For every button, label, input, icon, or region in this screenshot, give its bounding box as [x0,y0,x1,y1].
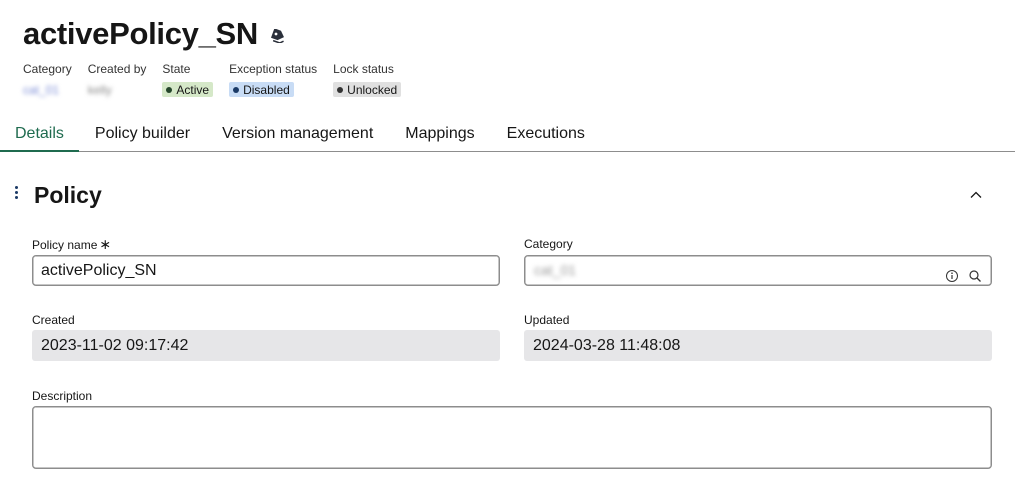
tab-bar: Details Policy builder Version managemen… [0,118,1015,152]
category-link[interactable]: cat_01 [23,83,59,97]
meta-created-by: Created by kelly [87,62,147,97]
chevron-up-icon[interactable] [968,187,984,203]
title-row: activePolicy_SN [23,14,286,54]
section-title: Policy [34,182,102,208]
page-title: activePolicy_SN [23,16,259,51]
info-icon[interactable] [945,264,959,282]
exception-status-badge: Disabled [229,82,294,97]
category-label: Category [524,237,573,251]
page-header: activePolicy_SN [23,14,286,54]
policy-name-label: Policy name ∗ [32,236,112,252]
category-input[interactable]: cat_01 [524,255,992,286]
tab-mappings[interactable]: Mappings [389,118,490,152]
meta-lock-status: Lock status Unlocked [333,61,402,97]
description-textarea[interactable] [32,406,992,469]
tab-executions[interactable]: Executions [491,118,601,152]
tag-icon[interactable] [270,29,286,43]
search-icon[interactable] [968,264,982,282]
tab-policy-builder[interactable]: Policy builder [79,118,206,152]
metadata-row: Category cat_01 Created by kelly State A… [23,61,417,97]
lock-status-badge: Unlocked [333,82,402,97]
created-by-value: kelly [87,82,112,97]
state-badge: Active [162,82,214,97]
required-mark: ∗ [99,236,112,252]
updated-label: Updated [524,313,570,327]
meta-state: State Active [162,61,214,97]
tab-version-management[interactable]: Version management [206,118,389,152]
meta-exception-status: Exception status Disabled [229,62,318,97]
tab-details[interactable]: Details [0,118,79,152]
created-label: Created [32,313,75,327]
policy-name-input[interactable]: activePolicy_SN [32,255,500,286]
kebab-icon[interactable] [14,186,18,201]
meta-category: Category cat_01 [23,62,72,97]
created-field: 2023-11-02 09:17:42 [32,330,500,361]
updated-field: 2024-03-28 11:48:08 [524,330,992,361]
category-input-value: cat_01 [534,262,577,278]
description-label: Description [32,389,93,403]
